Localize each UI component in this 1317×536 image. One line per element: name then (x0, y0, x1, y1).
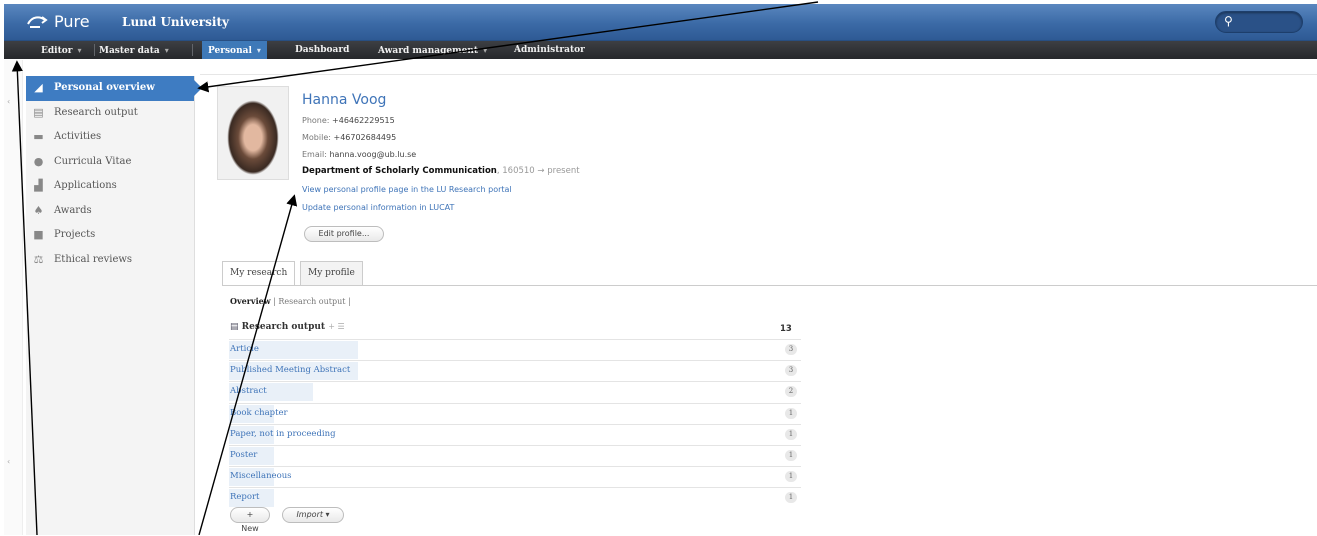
annotation-arrows (11, 1, 819, 535)
annotation-arrow (198, 194, 298, 535)
annotation-arrow (11, 60, 38, 535)
annotation-arrow (197, 1, 819, 93)
